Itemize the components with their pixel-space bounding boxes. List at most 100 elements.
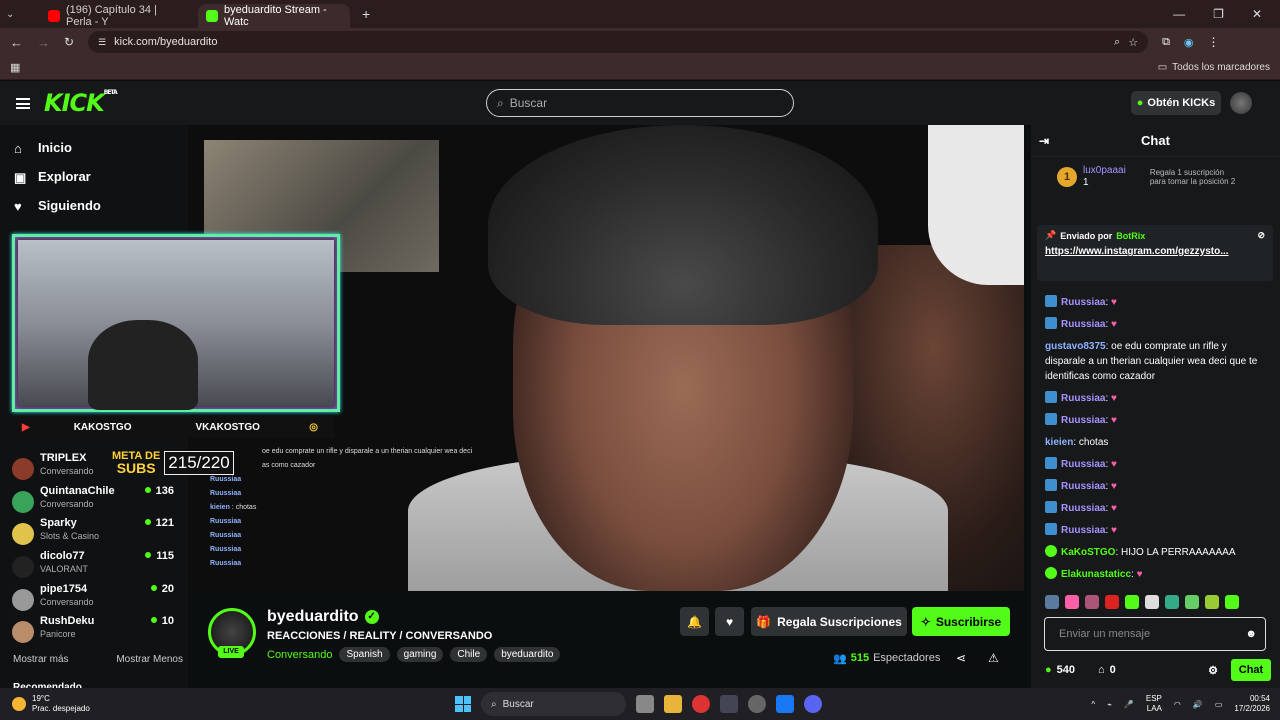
nav-explore[interactable]: ▣ Explorar	[0, 162, 188, 191]
chat-username[interactable]: gustavo8375	[1045, 341, 1106, 352]
unpin-icon[interactable]: ⊘	[1257, 230, 1265, 241]
reload-icon[interactable]: ↻	[64, 35, 74, 49]
app-icon[interactable]	[720, 695, 738, 713]
emote-icon[interactable]	[1205, 595, 1219, 609]
follow-button[interactable]: ♥	[715, 607, 744, 636]
emote-icon[interactable]	[1225, 595, 1239, 609]
language-indicator[interactable]: ESP LAA	[1146, 694, 1162, 714]
chat-settings-icon[interactable]: ⚙	[1208, 664, 1218, 677]
facebook-icon[interactable]	[776, 695, 794, 713]
new-tab-button[interactable]: +	[362, 6, 370, 22]
chrome-icon[interactable]	[692, 695, 710, 713]
emote-icon[interactable]	[1165, 595, 1179, 609]
points-balance[interactable]: 0	[1110, 664, 1116, 676]
nav-following[interactable]: ♥ Siguiendo	[0, 191, 188, 220]
chat-username[interactable]: Ruussiaa	[1061, 393, 1105, 404]
chat-username[interactable]: Elakunastaticc	[1061, 569, 1131, 580]
tab-search-icon[interactable]: ⌄	[6, 9, 26, 20]
sidebar-channel[interactable]: RushDeku Panicore 10	[12, 615, 184, 647]
url-bar[interactable]: ☰ kick.com/byeduardito ⌕ ☆	[88, 31, 1149, 53]
extensions-icon[interactable]: ⧉	[1162, 36, 1170, 49]
show-less-link[interactable]: Mostrar Menos	[116, 654, 183, 665]
get-kicks-button[interactable]: ● Obtén KICKs	[1131, 91, 1221, 115]
back-icon[interactable]: ←	[10, 35, 23, 50]
zoom-icon[interactable]: ⌕	[1114, 36, 1120, 49]
stream-tag[interactable]: gaming	[396, 647, 444, 662]
chat-message-input[interactable]: Enviar un mensaje ☻	[1044, 617, 1266, 651]
tray-expand-icon[interactable]: ^	[1091, 700, 1095, 709]
chat-username[interactable]: Ruussiaa	[1061, 503, 1105, 514]
taskbar-search[interactable]: ⌕ Buscar	[481, 692, 626, 716]
nav-home[interactable]: ⌂ Inicio	[0, 133, 188, 162]
sidebar-channel[interactable]: pipe1754 Conversando 20	[12, 583, 184, 615]
forward-icon[interactable]: →	[37, 35, 50, 50]
notification-button[interactable]: 🔔	[680, 607, 709, 636]
pinned-link[interactable]: https://www.instagram.com/gezzysto...	[1045, 246, 1265, 257]
weather-widget[interactable]: 19°C Prac. despejado	[0, 694, 90, 714]
chat-username[interactable]: kieien	[1045, 437, 1073, 448]
report-icon[interactable]: ⚠	[988, 651, 999, 665]
url-text: kick.com/byeduardito	[114, 36, 218, 48]
subscribe-button[interactable]: ✧ Suscribirse	[912, 607, 1010, 636]
overlay-chat-user: Ruussiaa	[210, 532, 242, 539]
sidebar-channel[interactable]: QuintanaChile Conversando 136	[12, 485, 184, 517]
all-bookmarks[interactable]: ▭ Todos los marcadores	[1158, 62, 1270, 73]
file-explorer-icon[interactable]	[664, 695, 682, 713]
sidebar-channel[interactable]: Sparky Slots & Casino 121	[12, 517, 184, 549]
stream-category[interactable]: Conversando	[267, 649, 332, 661]
emote-icon[interactable]	[1145, 595, 1159, 609]
show-more-link[interactable]: Mostrar más	[13, 654, 69, 665]
chat-username[interactable]: Ruussiaa	[1061, 297, 1105, 308]
emote-icon[interactable]	[1065, 595, 1079, 609]
overlay-chat-user: Ruussiaa	[210, 518, 242, 525]
network-icon[interactable]: ⌁	[1107, 700, 1112, 709]
tab-youtube[interactable]: (196) Capítulo 34 | Perla - Y	[40, 4, 190, 28]
chat-username[interactable]: Ruussiaa	[1061, 481, 1105, 492]
battery-icon[interactable]: ▭	[1215, 700, 1223, 709]
tab-kick[interactable]: byeduardito Stream - Watc	[198, 4, 350, 28]
user-avatar[interactable]	[1230, 92, 1252, 114]
collapse-chat-icon[interactable]: ⇥	[1039, 134, 1049, 148]
emote-icon[interactable]	[1125, 595, 1139, 609]
search-input[interactable]: ⌕ Buscar	[486, 89, 794, 117]
gift-leaderboard[interactable]: 1 lux0paaai 1 Regala 1 suscripción para …	[1031, 157, 1280, 197]
restore-icon[interactable]: ❐	[1213, 7, 1224, 21]
emote-icon[interactable]	[1085, 595, 1099, 609]
stream-tag[interactable]: byeduardito	[494, 647, 561, 662]
emote-icon[interactable]	[1045, 595, 1059, 609]
site-info-icon[interactable]: ☰	[98, 37, 106, 48]
kick-logo[interactable]: KICKBETA	[44, 89, 118, 117]
send-chat-button[interactable]: Chat	[1231, 659, 1271, 681]
stream-tag[interactable]: Spanish	[339, 647, 390, 662]
share-icon[interactable]: ⋖	[956, 651, 966, 665]
close-icon[interactable]: ✕	[1252, 7, 1262, 21]
windows-start-icon[interactable]	[455, 696, 471, 712]
clock[interactable]: 00:54 17/2/2026	[1234, 694, 1270, 714]
apps-icon[interactable]: ▦	[10, 61, 20, 74]
bookmark-star-icon[interactable]: ☆	[1128, 36, 1138, 49]
task-view-icon[interactable]	[636, 695, 654, 713]
emote-icon[interactable]	[1105, 595, 1119, 609]
pinned-message[interactable]: 📌 Enviado por BotRix ⊘ https://www.insta…	[1037, 225, 1273, 281]
kicks-balance[interactable]: 540	[1057, 664, 1075, 676]
chat-username[interactable]: KaKoSTGO	[1061, 547, 1115, 558]
chat-username[interactable]: Ruussiaa	[1061, 525, 1105, 536]
channel-name[interactable]: byeduardito ✓	[267, 608, 379, 626]
menu-icon[interactable]: ⋮	[1208, 35, 1220, 49]
app-icon[interactable]	[748, 695, 766, 713]
discord-icon[interactable]	[804, 695, 822, 713]
profile-icon[interactable]: ◉	[1184, 36, 1194, 49]
chat-username[interactable]: Ruussiaa	[1061, 459, 1105, 470]
wifi-icon[interactable]: ◠	[1174, 700, 1181, 709]
chat-username[interactable]: Ruussiaa	[1061, 319, 1105, 330]
chat-username[interactable]: Ruussiaa	[1061, 415, 1105, 426]
emote-icon[interactable]	[1185, 595, 1199, 609]
minimize-icon[interactable]: —	[1173, 7, 1185, 21]
hamburger-menu-icon[interactable]	[16, 97, 30, 109]
emoji-picker-icon[interactable]: ☻	[1245, 628, 1257, 640]
stream-tag[interactable]: Chile	[450, 647, 488, 662]
microphone-icon[interactable]: 🎤	[1124, 700, 1134, 709]
sidebar-channel[interactable]: dicolo77 VALORANT 115	[12, 550, 184, 582]
volume-icon[interactable]: 🔊	[1193, 700, 1203, 709]
gift-subs-button[interactable]: 🎁 Regala Suscripciones	[751, 607, 907, 636]
